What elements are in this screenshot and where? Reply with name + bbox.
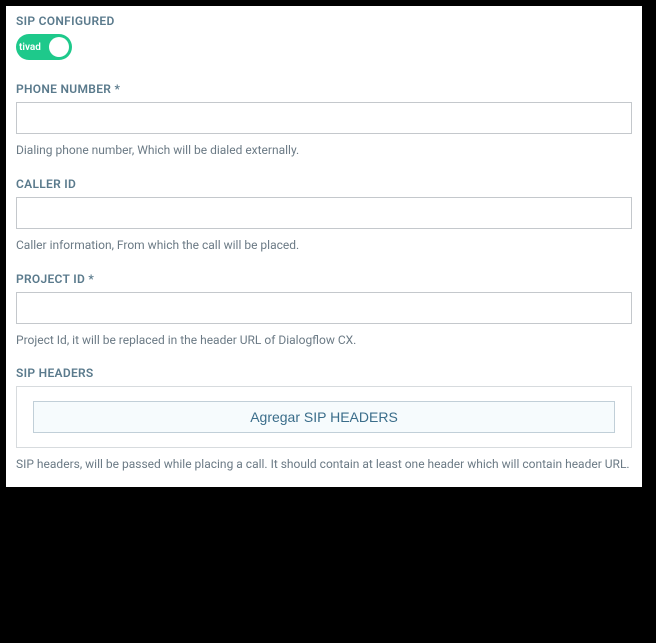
sip-configured-label: SIP CONFIGURED xyxy=(16,14,632,28)
project-id-input[interactable] xyxy=(16,292,632,324)
project-id-help: Project Id, it will be replaced in the h… xyxy=(16,332,632,349)
sip-headers-help: SIP headers, will be passed while placin… xyxy=(16,456,632,473)
toggle-on-text: tivad xyxy=(16,42,41,53)
phone-number-help: Dialing phone number, Which will be dial… xyxy=(16,142,632,159)
add-sip-headers-button-label: Agregar SIP HEADERS xyxy=(250,409,398,425)
caller-id-section: CALLER ID Caller information, From which… xyxy=(16,177,632,254)
toggle-knob xyxy=(49,37,69,57)
sip-configured-section: SIP CONFIGURED tivad xyxy=(16,14,632,64)
phone-number-section: PHONE NUMBER * Dialing phone number, Whi… xyxy=(16,82,632,159)
form-panel: SIP CONFIGURED tivad PHONE NUMBER * Dial… xyxy=(6,6,642,487)
phone-number-input[interactable] xyxy=(16,102,632,134)
caller-id-input[interactable] xyxy=(16,197,632,229)
phone-number-label: PHONE NUMBER * xyxy=(16,82,632,96)
caller-id-label: CALLER ID xyxy=(16,177,632,191)
project-id-section: PROJECT ID * Project Id, it will be repl… xyxy=(16,272,632,349)
caller-id-help: Caller information, From which the call … xyxy=(16,237,632,254)
sip-headers-section: SIP HEADERS Agregar SIP HEADERS SIP head… xyxy=(16,366,632,473)
sip-headers-label: SIP HEADERS xyxy=(16,366,632,380)
sip-headers-container: Agregar SIP HEADERS xyxy=(16,386,632,448)
sip-configured-toggle[interactable]: tivad xyxy=(16,34,72,60)
add-sip-headers-button[interactable]: Agregar SIP HEADERS xyxy=(33,401,615,433)
project-id-label: PROJECT ID * xyxy=(16,272,632,286)
